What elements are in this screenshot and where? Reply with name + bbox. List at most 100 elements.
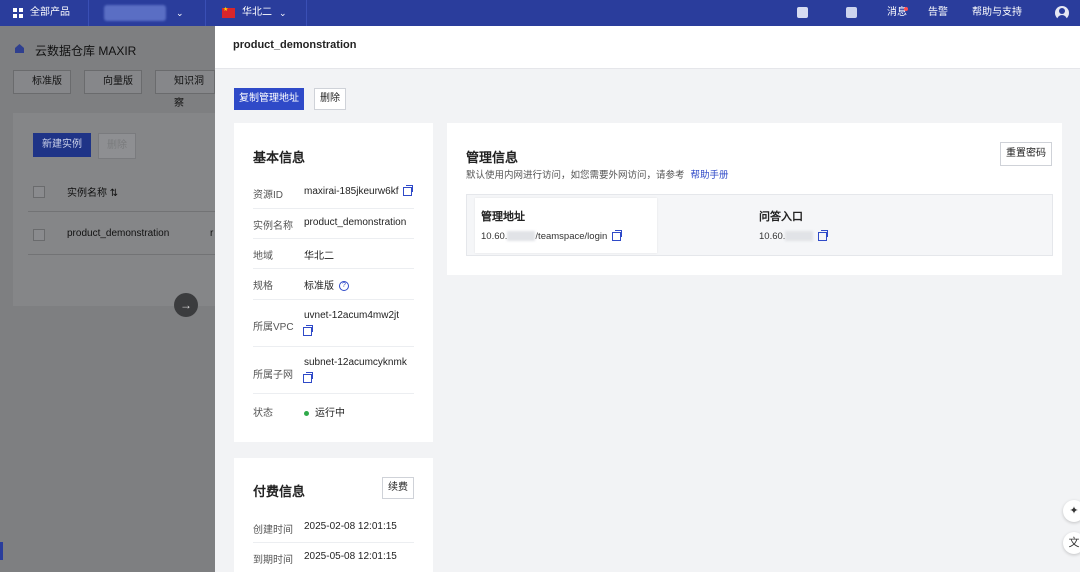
subtitle-text: 默认使用内网进行访问，如您需要外网访问，请参考: [466, 170, 685, 181]
terminal-icon[interactable]: [846, 7, 857, 18]
select-all-checkbox[interactable]: [33, 186, 45, 198]
arrow-right-icon[interactable]: →: [174, 293, 198, 317]
status-text: 运行中: [315, 408, 345, 419]
table-cell: r: [210, 228, 214, 239]
page-title: 云数据仓库 MAXIR: [35, 44, 137, 58]
copy-icon[interactable]: [612, 229, 623, 241]
china-flag-icon: [222, 6, 235, 18]
column-header-instance-name[interactable]: 实例名称 ⇅: [67, 184, 118, 199]
copy-icon[interactable]: [303, 325, 313, 336]
messages-link[interactable]: 消息: [887, 0, 907, 26]
instance-name-link[interactable]: product_demonstration: [67, 228, 169, 239]
notification-dot: [904, 7, 908, 11]
delete-button[interactable]: 删除: [314, 88, 346, 110]
vpc-value: uvnet-12acum4mw2jt: [304, 310, 400, 321]
field-key: 所属VPC: [253, 322, 294, 333]
info-row: 实例名称 product_demonstration: [253, 208, 414, 239]
field-key: 创建时间: [253, 525, 293, 536]
payment-info-heading: 付费信息: [253, 484, 306, 499]
field-value: maxirai-185jkeurw6kf: [304, 184, 414, 197]
translate-icon[interactable]: 文: [1063, 532, 1080, 554]
info-row: 到期时间 2025-05-08 12:01:15: [253, 542, 414, 572]
address-prefix: 10.60.: [481, 231, 508, 242]
basic-info-card: 基本信息 资源ID maxirai-185jkeurw6kf 实例名称 prod…: [234, 123, 433, 442]
redacted-ip: [507, 231, 536, 242]
management-address-value: 10.60. /teamspace/login: [481, 229, 623, 242]
reset-password-button[interactable]: 重置密码: [1000, 142, 1052, 166]
search-icon[interactable]: [797, 7, 808, 18]
expire-time: 2025-05-08 12:01:15: [304, 551, 397, 562]
nav-divider: [205, 0, 206, 26]
drawer-header: product_demonstration: [215, 26, 1080, 69]
instance-detail-drawer: product_demonstration 复制管理地址 删除 基本信息 资源I…: [215, 26, 1080, 572]
field-value: 标准版?: [304, 277, 349, 292]
side-indicator: [0, 542, 3, 560]
subnet-value: subnet-12acumcyknmk: [304, 357, 407, 368]
divider: [28, 211, 215, 212]
management-info-card: 管理信息 默认使用内网进行访问，如您需要外网访问，请参考 帮助手册 重置密码 管理…: [447, 123, 1062, 275]
field-key: 所属子网: [253, 370, 293, 381]
endpoint-box: 管理地址 10.60. /teamspace/login 问答入口 10.60.: [466, 194, 1053, 256]
qa-entry-label: 问答入口: [759, 211, 803, 223]
field-key: 实例名称: [253, 221, 293, 232]
ai-assistant-icon[interactable]: ✦: [1063, 500, 1080, 522]
address-suffix: /teamspace/login: [535, 231, 608, 242]
help-manual-link[interactable]: 帮助手册: [691, 170, 729, 181]
resource-id: maxirai-185jkeurw6kf: [304, 186, 399, 197]
row-checkbox[interactable]: [33, 229, 45, 241]
spec-value: 标准版: [304, 281, 334, 292]
tab-vector[interactable]: 向量版: [84, 70, 142, 94]
all-products-link[interactable]: 全部产品: [30, 0, 70, 26]
field-key: 规格: [253, 281, 273, 292]
field-key: 到期时间: [253, 555, 293, 566]
nav-divider: [306, 0, 307, 26]
status-dot: [304, 410, 309, 416]
copy-icon[interactable]: [303, 372, 313, 383]
info-row: 规格 标准版?: [253, 268, 414, 300]
created-time: 2025-02-08 12:01:15: [304, 521, 397, 532]
info-row: 所属VPC uvnet-12acum4mw2jt: [253, 299, 414, 347]
basic-info-heading: 基本信息: [253, 150, 306, 165]
redacted-ip: [785, 231, 814, 242]
status-value: 运行中: [304, 404, 345, 419]
payment-info-card: 付费信息 续费 创建时间 2025-02-08 12:01:15 到期时间 20…: [234, 458, 433, 572]
account-selector[interactable]: [104, 5, 166, 21]
management-address-highlight: 管理地址 10.60. /teamspace/login: [475, 198, 657, 253]
management-subtitle: 默认使用内网进行访问，如您需要外网访问，请参考 帮助手册: [466, 167, 729, 181]
copy-icon[interactable]: [818, 229, 829, 241]
delete-button[interactable]: 删除: [98, 133, 136, 159]
chevron-down-icon[interactable]: ⌄: [279, 0, 287, 26]
qa-entry-value: 10.60.: [759, 229, 829, 242]
nav-divider: [88, 0, 89, 26]
copy-address-button[interactable]: 复制管理地址: [234, 88, 304, 110]
info-row: 状态 运行中: [253, 393, 414, 425]
grid-icon[interactable]: [13, 8, 23, 18]
field-key: 资源ID: [253, 190, 283, 201]
field-key: 状态: [253, 408, 273, 419]
field-value: product_demonstration: [304, 217, 407, 228]
top-nav: 全部产品 ⌄ 华北二 ⌄ 消息 告警 帮助与支持: [0, 0, 1080, 26]
new-instance-button[interactable]: 新建实例: [33, 133, 91, 157]
field-key: 地域: [253, 251, 273, 262]
help-support-link[interactable]: 帮助与支持: [972, 0, 1022, 26]
management-address-label: 管理地址: [481, 211, 525, 223]
chevron-down-icon[interactable]: ⌄: [176, 0, 184, 26]
tab-standard[interactable]: 标准版: [13, 70, 71, 94]
drawer-title: product_demonstration: [233, 39, 357, 51]
help-icon[interactable]: ?: [339, 281, 349, 292]
management-info-heading: 管理信息: [466, 150, 519, 165]
region-selector[interactable]: 华北二: [242, 0, 272, 26]
info-row: 资源ID maxirai-185jkeurw6kf: [253, 177, 414, 209]
info-row: 地域 华北二: [253, 238, 414, 269]
avatar[interactable]: [1055, 6, 1069, 20]
alerts-link[interactable]: 告警: [928, 0, 948, 26]
renew-button[interactable]: 续费: [382, 477, 414, 499]
info-row: 创建时间 2025-02-08 12:01:15: [253, 512, 414, 543]
copy-icon[interactable]: [403, 184, 414, 196]
qa-prefix: 10.60.: [759, 231, 786, 242]
divider: [28, 254, 215, 255]
info-row: 所属子网 subnet-12acumcyknmk: [253, 346, 414, 394]
tab-knowledge[interactable]: 知识洞察: [155, 70, 215, 109]
background-page: 云数据仓库 MAXIR 标准版 向量版 知识洞察 新建实例 删除 实例名称 ⇅ …: [0, 26, 215, 572]
home-icon: [15, 44, 24, 53]
